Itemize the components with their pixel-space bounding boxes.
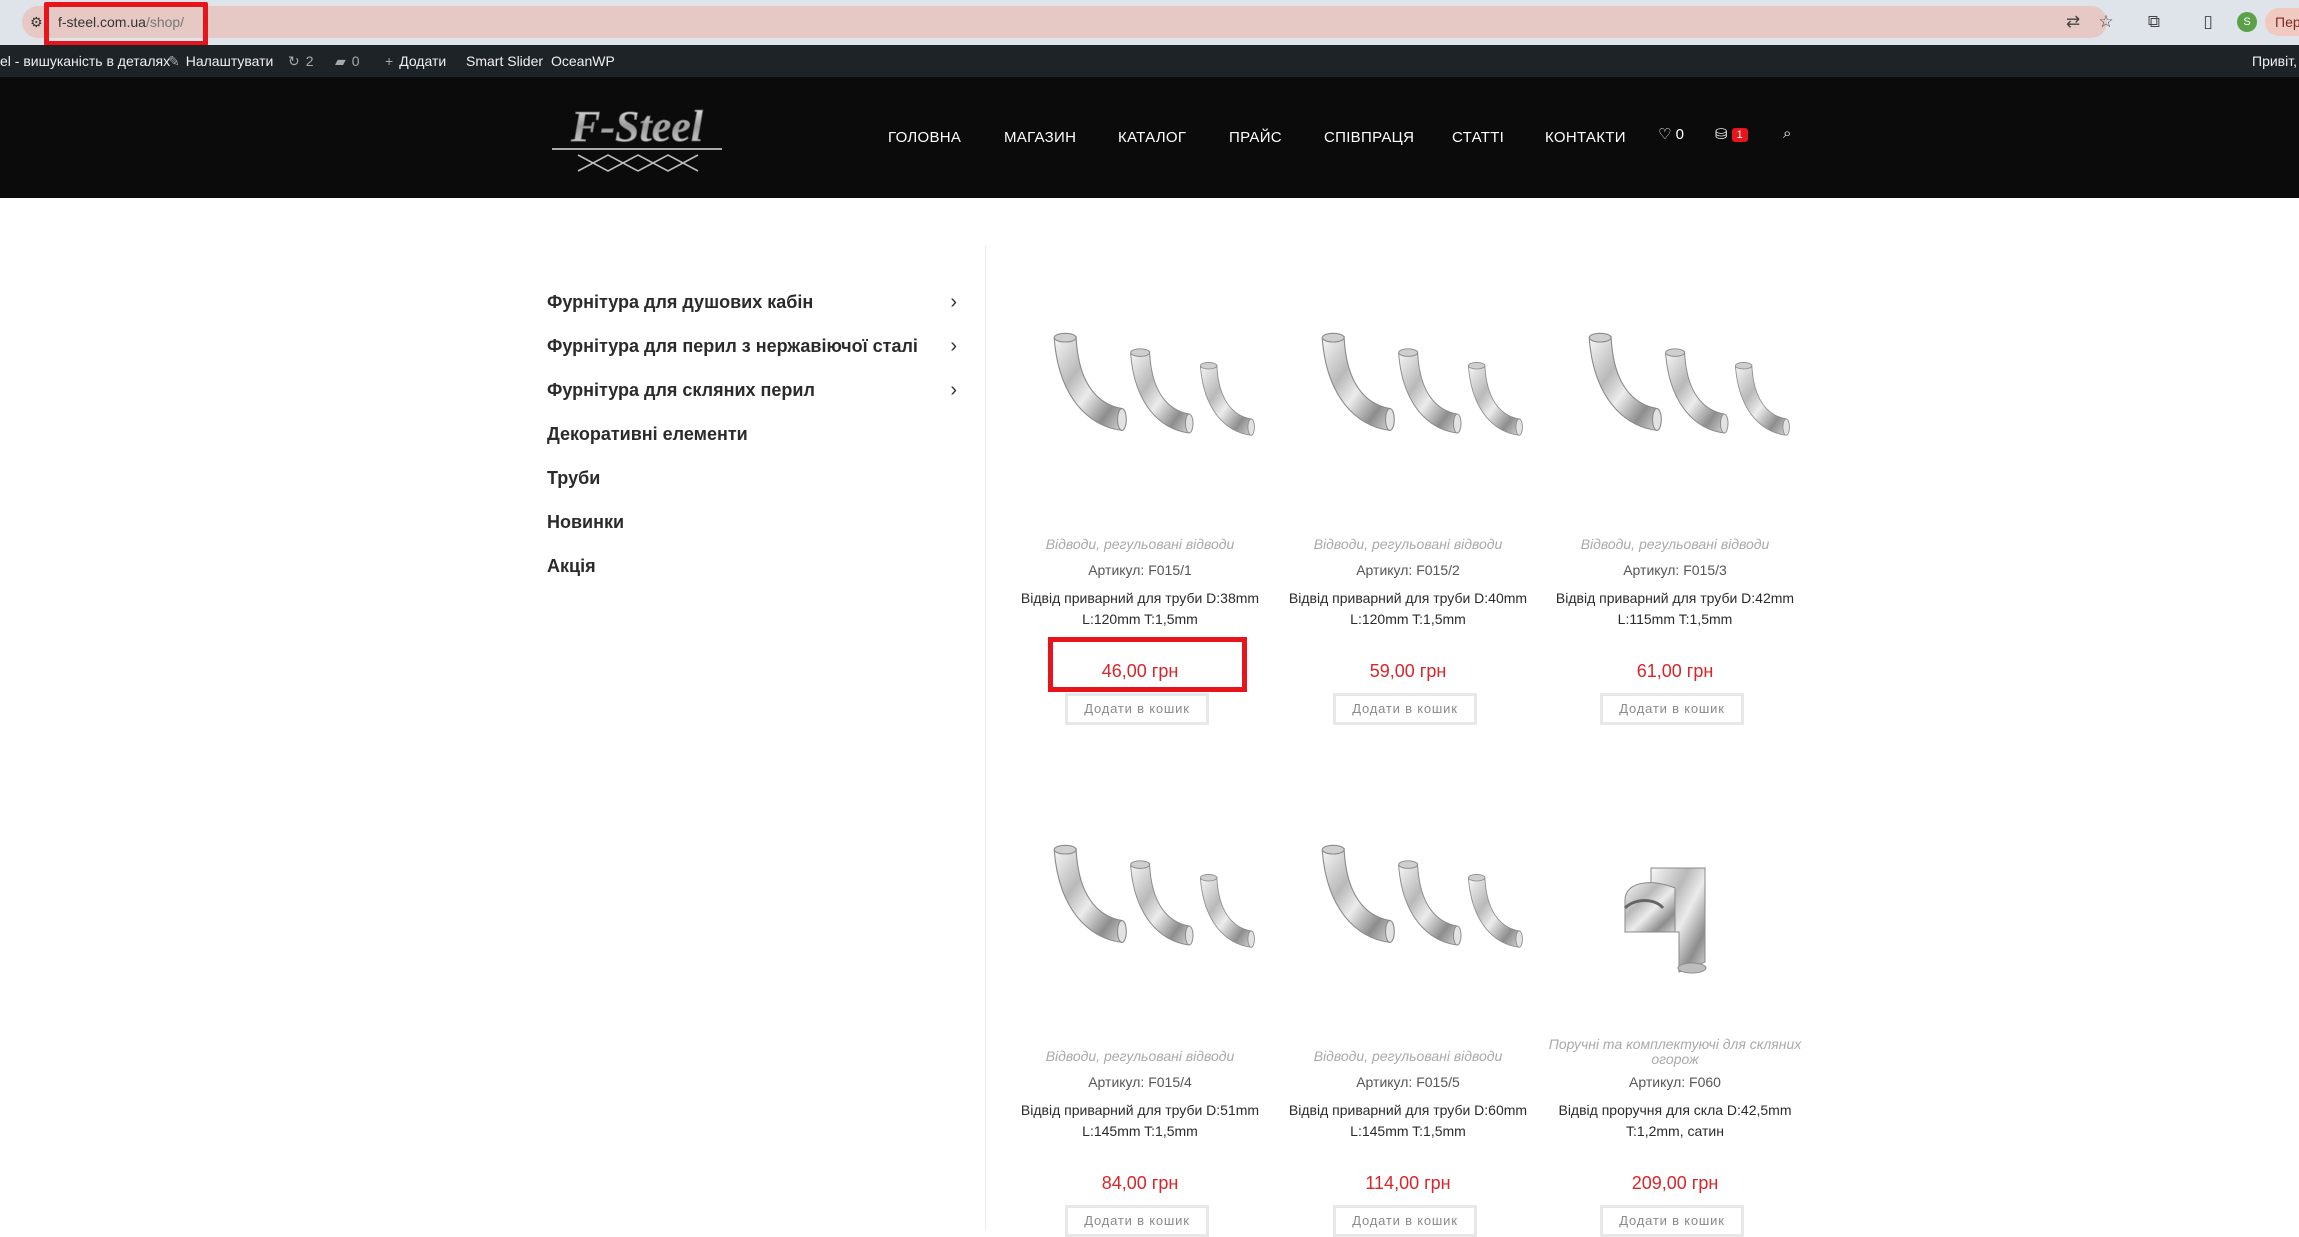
category-new-arrivals[interactable]: Новинки — [547, 500, 957, 544]
product-card[interactable]: Відводи, регульовані відводи Артикул: F0… — [1009, 812, 1271, 1237]
product-price: 209,00 грн — [1631, 1173, 1719, 1193]
product-image[interactable] — [1020, 812, 1260, 1012]
add-to-cart-button[interactable]: Додати в кошик — [1333, 693, 1477, 725]
chevron-right-icon[interactable]: › — [950, 368, 957, 412]
product-image[interactable] — [1555, 812, 1795, 1012]
address-bar[interactable]: ⚙ f-steel.com.ua/shop/ — [22, 6, 2107, 38]
translate-icon[interactable]: ⇄ — [2061, 10, 2085, 34]
url-highlight-box — [44, 2, 208, 46]
product-title[interactable]: Відвід приварний для труби D:38mm L:120m… — [1009, 588, 1271, 630]
updates-icon: ↻ — [288, 53, 300, 69]
product-category[interactable]: Відводи, регульовані відводи — [1544, 537, 1806, 552]
admin-updates[interactable]: ↻ 2 — [288, 45, 314, 77]
product-category[interactable]: Відводи, регульовані відводи — [1009, 537, 1271, 552]
nav-contacts[interactable]: КОНТАКТИ — [1545, 129, 1626, 146]
product-card[interactable]: Відводи, регульовані відводи Артикул: F0… — [1277, 812, 1539, 1237]
category-sidebar: Фурнітура для душових кабін › Фурнітура д… — [547, 280, 957, 588]
admin-smart-slider[interactable]: Smart Slider — [466, 45, 543, 77]
product-title[interactable]: Відвід приварний для труби D:40mm L:120m… — [1277, 588, 1539, 630]
product-title[interactable]: Відвід приварний для труби D:42mm L:115m… — [1544, 588, 1806, 630]
add-to-cart-button[interactable]: Додати в кошик — [1065, 1205, 1209, 1237]
product-image[interactable] — [1555, 300, 1795, 500]
product-sku: Артикул: F015/2 — [1356, 562, 1460, 578]
category-glass-railing-fittings[interactable]: Фурнітура для скляних перил › — [547, 368, 957, 412]
browser-toolbar: ⚙ f-steel.com.ua/shop/ ⇄ ☆ ⧉ ▯ S Пер — [0, 0, 2299, 46]
product-price: 59,00 грн — [1369, 661, 1447, 681]
category-sale[interactable]: Акція — [547, 544, 957, 588]
nav-articles[interactable]: СТАТТІ — [1452, 129, 1504, 146]
product-sku: Артикул: F015/3 — [1623, 562, 1727, 578]
extensions-icon[interactable]: ⧉ — [2142, 10, 2166, 34]
admin-customize[interactable]: ✎ Налаштувати — [168, 45, 273, 77]
comment-icon: ▰ — [335, 53, 346, 69]
category-steel-railing-fittings[interactable]: Фурнітура для перил з нержавіючої сталі › — [547, 324, 957, 368]
add-to-cart-button[interactable]: Додати в кошик — [1333, 1205, 1477, 1237]
cart-link[interactable]: ⛁ 1 — [1715, 125, 1748, 143]
product-title[interactable]: Відвід проручня для скла D:42,5mm T:1,2m… — [1544, 1100, 1806, 1142]
chevron-right-icon[interactable]: › — [950, 324, 957, 368]
product-image[interactable] — [1288, 812, 1528, 1012]
nav-price[interactable]: ПРАЙС — [1229, 129, 1282, 146]
shopping-bag-icon: ⛁ — [1715, 126, 1728, 143]
product-category[interactable]: Відводи, регульовані відводи — [1277, 537, 1539, 552]
product-card[interactable]: Відводи, регульовані відводи Артикул: F0… — [1544, 300, 1806, 725]
side-panel-icon[interactable]: ▯ — [2196, 10, 2220, 34]
nav-shop[interactable]: МАГАЗИН — [1004, 129, 1076, 146]
price-highlight-box — [1048, 637, 1247, 692]
product-category[interactable]: Відводи, регульовані відводи — [1277, 1049, 1539, 1064]
profile-button[interactable]: Пер — [2265, 8, 2299, 36]
admin-comments[interactable]: ▰ 0 — [335, 45, 360, 77]
category-pipes[interactable]: Труби — [547, 456, 957, 500]
category-shower-fittings[interactable]: Фурнітура для душових кабін › — [547, 280, 957, 324]
add-to-cart-button[interactable]: Додати в кошик — [1065, 693, 1209, 725]
nav-catalog[interactable]: КАТАЛОГ — [1118, 129, 1186, 146]
heart-icon: ♡ — [1658, 126, 1672, 143]
admin-site-name[interactable]: el - вишуканість в деталях — [0, 45, 170, 77]
brush-icon: ✎ — [168, 53, 180, 69]
product-image[interactable] — [1020, 300, 1260, 500]
product-sku: Артикул: F015/5 — [1356, 1074, 1460, 1090]
category-decorative-elements[interactable]: Декоративні елементи — [547, 412, 957, 456]
search-icon[interactable]: ⌕ — [1783, 125, 1791, 142]
bookmark-star-icon[interactable]: ☆ — [2094, 10, 2118, 34]
product-image[interactable] — [1288, 300, 1528, 500]
admin-greeting[interactable]: Привіт, — [2252, 45, 2297, 77]
product-card[interactable]: Поручні та комплектуючі для скляних огор… — [1544, 812, 1806, 1237]
product-card[interactable]: Відводи, регульовані відводи Артикул: F0… — [1009, 300, 1271, 725]
cart-count-badge: 1 — [1731, 128, 1748, 142]
product-price: 61,00 грн — [1636, 661, 1714, 681]
product-category[interactable]: Поручні та комплектуючі для скляних огор… — [1544, 1037, 1806, 1067]
admin-new[interactable]: + Додати — [385, 45, 446, 77]
add-to-cart-button[interactable]: Додати в кошик — [1600, 693, 1744, 725]
svg-text:F-Steel: F-Steel — [570, 102, 704, 151]
product-sku: Артикул: F015/4 — [1088, 1074, 1192, 1090]
product-title[interactable]: Відвід приварний для труби D:51mm L:145m… — [1009, 1100, 1271, 1142]
profile-avatar[interactable]: S — [2237, 12, 2257, 32]
chevron-right-icon[interactable]: › — [950, 280, 957, 324]
nav-cooperation[interactable]: СПІВПРАЦЯ — [1324, 129, 1414, 146]
wishlist-link[interactable]: ♡ 0 — [1658, 125, 1684, 143]
admin-oceanwp[interactable]: OceanWP — [551, 45, 615, 77]
content-divider — [985, 245, 986, 1230]
product-price: 114,00 грн — [1365, 1173, 1451, 1193]
product-card[interactable]: Відводи, регульовані відводи Артикул: F0… — [1277, 300, 1539, 725]
add-to-cart-button[interactable]: Додати в кошик — [1600, 1205, 1744, 1237]
wp-admin-bar: el - вишуканість в деталях ✎ Налаштувати … — [0, 45, 2299, 77]
product-sku: Артикул: F015/1 — [1088, 562, 1192, 578]
site-header: F-Steel ГОЛОВНА МАГАЗИН КАТАЛОГ ПРАЙС СП… — [0, 77, 2299, 198]
product-title[interactable]: Відвід приварний для труби D:60mm L:145m… — [1277, 1100, 1539, 1142]
product-sku: Артикул: F060 — [1629, 1074, 1721, 1090]
product-category[interactable]: Відводи, регульовані відводи — [1009, 1049, 1271, 1064]
nav-home[interactable]: ГОЛОВНА — [888, 129, 961, 146]
plus-icon: + — [385, 53, 394, 69]
product-price: 84,00 грн — [1101, 1173, 1179, 1193]
site-logo[interactable]: F-Steel — [548, 97, 726, 175]
